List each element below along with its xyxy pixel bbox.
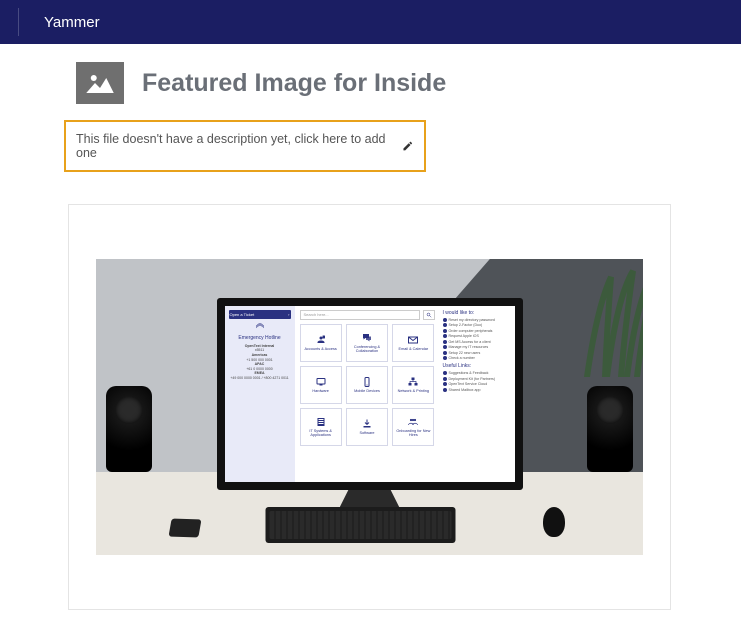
plant [577, 267, 643, 377]
portal-sidebar: Open a Ticket › Emergency Hotline OpenTe… [225, 306, 295, 482]
quick-link-item: Reset my directory password [443, 318, 512, 322]
hotline-region: APAC+61 0 0000 0000 [229, 362, 291, 371]
portal-tile: Email & Calendar [392, 324, 434, 362]
navbar-divider [18, 8, 19, 36]
useful-links-list: Suggestions & Feedback Deployment Kit (fo… [443, 371, 512, 392]
portal-main: Search here... Accounts & Access Conferen… [295, 306, 440, 482]
quick-link-item: Order computer peripherals [443, 329, 512, 333]
hotline-region: OpenText Internalx5511 [229, 344, 291, 353]
quick-link-item: Check a number [443, 356, 512, 360]
page-title: Featured Image for Inside [142, 69, 446, 98]
tile-label: Accounts & Access [305, 347, 337, 351]
search-button [423, 310, 435, 320]
portal-tile: Network & Printing [392, 366, 434, 404]
tile-label: Hardware [312, 389, 328, 393]
useful-link-item: OpenText Service Cloud [443, 382, 512, 386]
phone [169, 519, 202, 538]
quick-link-item: Request Apple iOS [443, 334, 512, 338]
tile-icon [315, 416, 327, 428]
tile-icon [361, 418, 373, 430]
tile-icon [315, 376, 327, 388]
portal-tile: IT Systems & Applications [300, 408, 342, 446]
portal-tile: Accounts & Access [300, 324, 342, 362]
tile-label: Onboarding for New Hires [395, 429, 431, 437]
keyboard [265, 507, 455, 543]
search-input: Search here... [300, 310, 420, 320]
mouse [543, 507, 565, 537]
quick-link-item: Get MS Access for a client [443, 340, 512, 344]
chevron-right-icon: › [288, 312, 289, 317]
emergency-hotline-title: Emergency Hotline [229, 335, 291, 341]
monitor: Open a Ticket › Emergency Hotline OpenTe… [217, 298, 523, 490]
useful-link-item: Suggestions & Feedback [443, 371, 512, 375]
tile-icon [407, 416, 419, 428]
description-input[interactable]: This file doesn't have a description yet… [64, 120, 426, 172]
speaker-left [106, 386, 152, 472]
image-icon [76, 62, 124, 104]
file-preview-container: Open a Ticket › Emergency Hotline OpenTe… [68, 204, 671, 610]
open-ticket-button: Open a Ticket › [229, 310, 291, 319]
tile-label: Software [360, 431, 375, 435]
search-icon [426, 312, 432, 318]
header: Featured Image for Inside [0, 44, 741, 114]
i-would-like-to-list: Reset my directory passwordSetup 2-Facto… [443, 318, 512, 361]
tile-icon [407, 376, 419, 388]
hotline-region: Americas+1 500 000 0001 [229, 353, 291, 362]
open-ticket-label: Open a Ticket [230, 312, 255, 317]
portal-screen: Open a Ticket › Emergency Hotline OpenTe… [225, 306, 515, 482]
pencil-icon [402, 140, 414, 152]
tile-icon [361, 332, 373, 344]
search-row: Search here... [300, 310, 435, 320]
useful-links-heading: Useful Links: [443, 363, 512, 369]
tile-label: Network & Printing [398, 389, 429, 393]
quick-link-item: Setup 2-Factor (Duo) [443, 323, 512, 327]
tile-label: IT Systems & Applications [303, 429, 339, 437]
quick-link-item: Manage my IT resources [443, 345, 512, 349]
description-placeholder: This file doesn't have a description yet… [76, 132, 396, 160]
useful-link-item: Shared Mailbox app [443, 388, 512, 392]
portal-tile: Software [346, 408, 388, 446]
file-preview-image: Open a Ticket › Emergency Hotline OpenTe… [96, 259, 643, 555]
useful-link-item: Deployment Kit (for Partners) [443, 377, 512, 381]
speaker-right [587, 386, 633, 472]
portal-tile: Mobile Devices [346, 366, 388, 404]
app-title: Yammer [44, 14, 100, 31]
tile-label: Conferencing & Collaboration [349, 345, 385, 353]
quick-link-item: Setup 22 new users [443, 351, 512, 355]
tile-label: Mobile Devices [354, 389, 380, 393]
portal-tile: Hardware [300, 366, 342, 404]
tile-icon [361, 376, 373, 388]
portal-right: I would like to: Reset my directory pass… [440, 306, 515, 482]
hotline-icon [229, 322, 291, 330]
tile-grid: Accounts & Access Conferencing & Collabor… [300, 324, 435, 446]
portal-tile: Onboarding for New Hires [392, 408, 434, 446]
tile-icon [407, 334, 419, 346]
tile-label: Email & Calendar [399, 347, 429, 351]
tile-icon [315, 334, 327, 346]
hotline-region: EMEA+49 000 0000 0001 / +800 4271 0011 [229, 371, 291, 380]
i-would-like-to-heading: I would like to: [443, 310, 512, 316]
navbar: Yammer [0, 0, 741, 44]
portal-tile: Conferencing & Collaboration [346, 324, 388, 362]
